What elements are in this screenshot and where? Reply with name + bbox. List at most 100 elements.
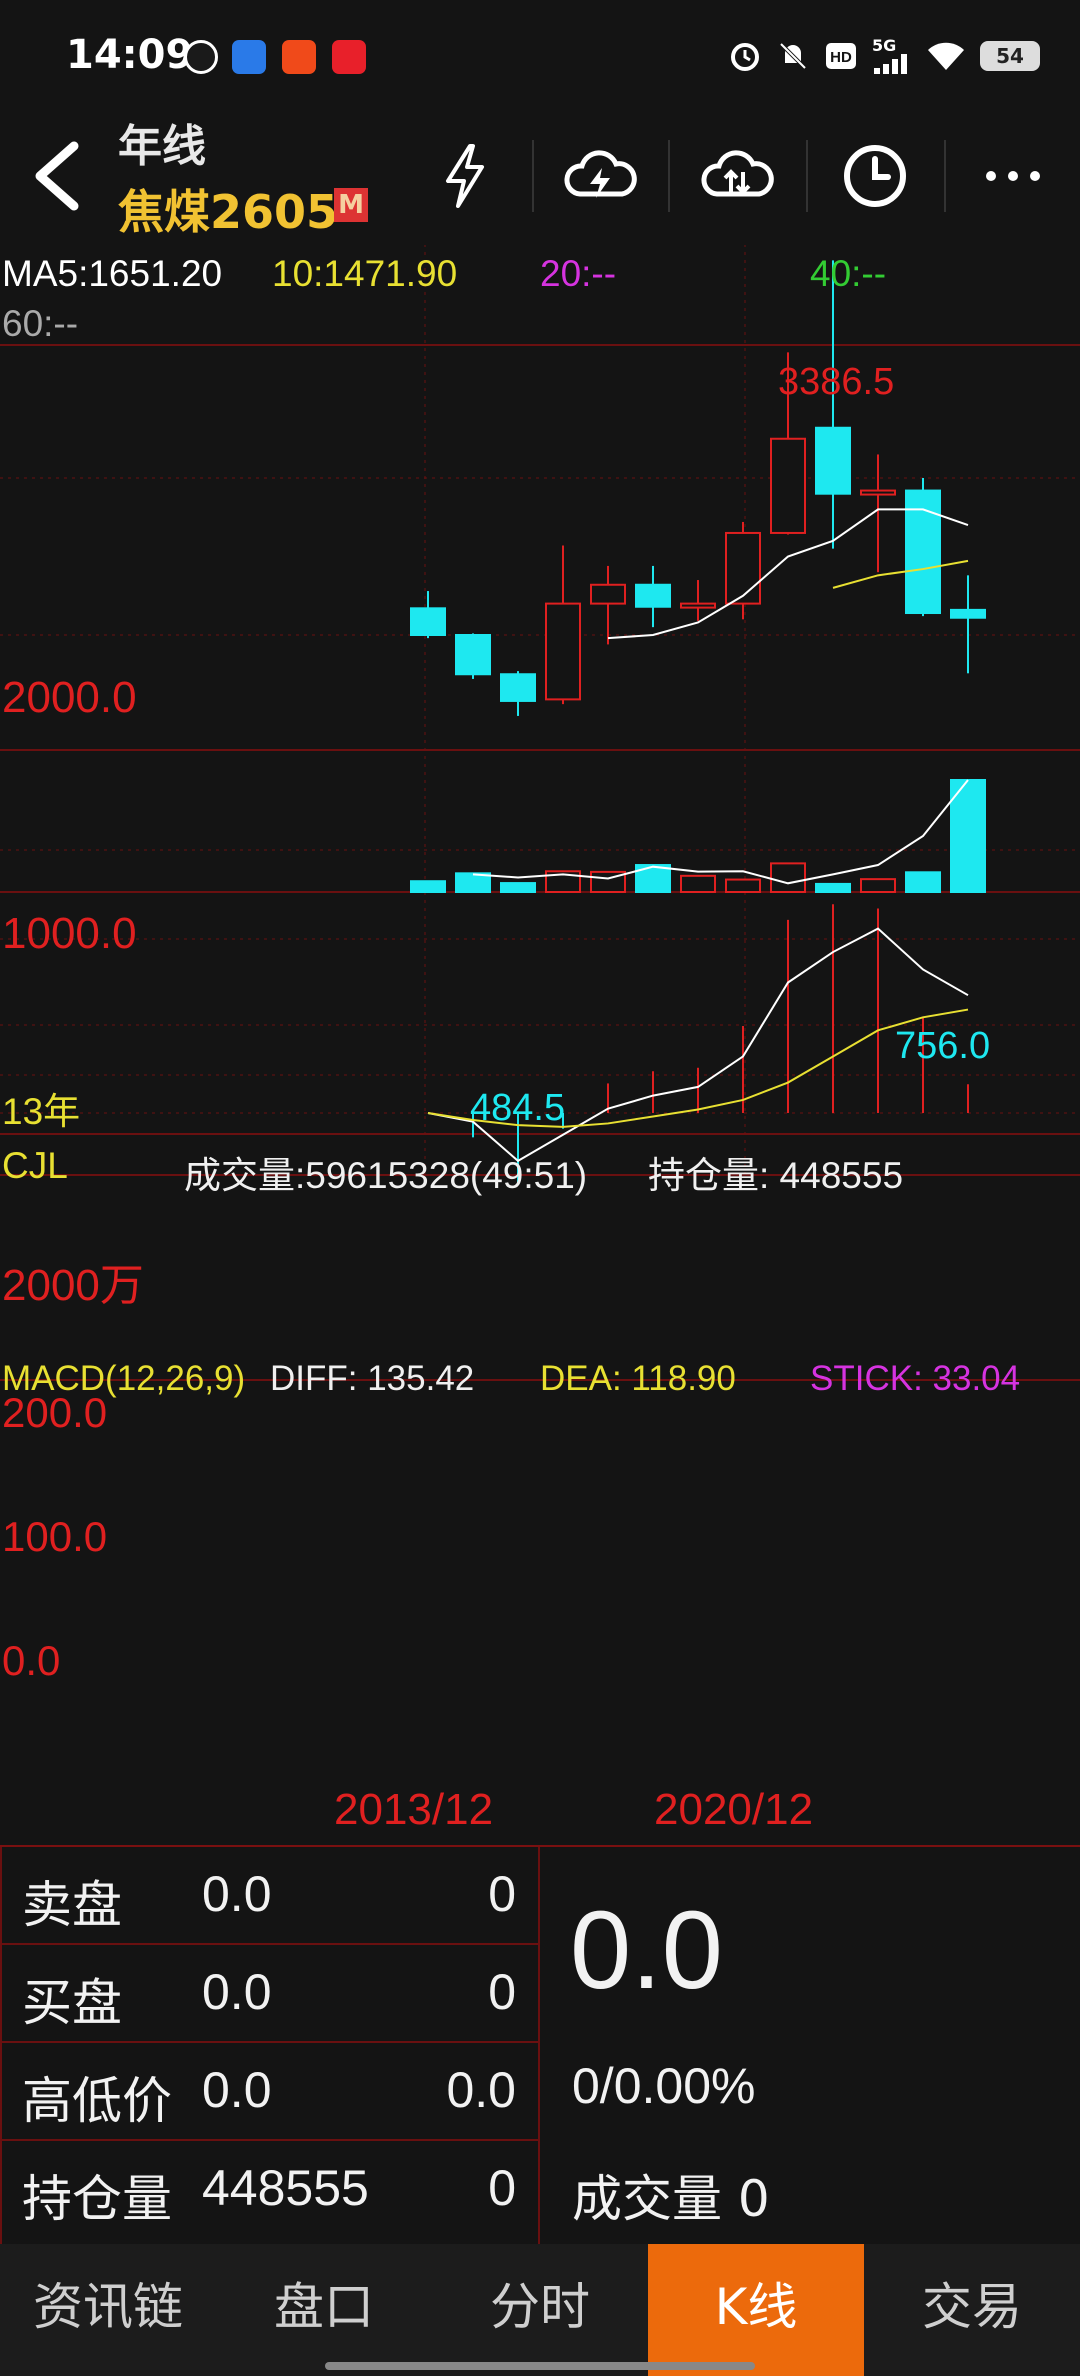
kline-chart[interactable]: MA5:1651.20 10:1471.90 20:-- 40:-- 60:--… <box>0 245 1080 1845</box>
app-notification-icon <box>282 40 316 74</box>
alarm-icon <box>731 43 759 71</box>
volume-text: 成交量:59615328(49:51) <box>184 1155 588 1196</box>
quote-row-open-interest: 持仓量 448555 0 <box>0 2141 538 2239</box>
tab-kline[interactable]: K线 <box>648 2244 864 2376</box>
header-separator <box>944 140 946 212</box>
quote-label: 买盘 <box>22 1974 122 2032</box>
x-axis-label: 2020/12 <box>654 1785 814 1834</box>
clock-button[interactable] <box>830 134 920 218</box>
quote-row-high-low: 高低价 0.0 0.0 <box>0 2043 538 2141</box>
market-badge: M <box>334 188 368 222</box>
ma5-legend: MA5:1651.20 <box>2 253 223 294</box>
quote-oi-change: 0 <box>488 2160 516 2216</box>
macd-axis-label: 200.0 <box>2 1389 108 1436</box>
cloud-sync-button[interactable] <box>692 134 782 218</box>
tab-trade[interactable]: 交易 <box>864 2244 1080 2376</box>
price-axis-label: 1000.0 <box>2 909 137 958</box>
header-separator <box>668 140 670 212</box>
back-arrow-icon <box>35 141 79 211</box>
more-button[interactable] <box>968 134 1058 218</box>
macd-dea: DEA: 118.90 <box>540 1359 736 1398</box>
signal-icon: 5G <box>872 38 912 74</box>
volume-bar <box>725 878 761 893</box>
candle-body <box>680 602 716 609</box>
header-separator <box>806 140 808 212</box>
battery-icon: 54 <box>980 41 1040 71</box>
quote-low: 0.0 <box>446 2062 516 2118</box>
volume-ma-line <box>472 779 969 885</box>
volume-bar <box>770 862 806 894</box>
tab-intraday[interactable]: 分时 <box>432 2244 648 2376</box>
tab-news-chain[interactable]: 资讯链 <box>0 2244 216 2376</box>
app-notification-icon <box>184 40 218 74</box>
candle-body <box>410 607 446 636</box>
last-low-label: 756.0 <box>895 1025 991 1067</box>
macd-axis-label: 100.0 <box>2 1513 108 1560</box>
status-time: 14:09 <box>66 32 194 78</box>
quote-divider <box>538 1847 540 2244</box>
last-price: 0.0 <box>570 1889 723 2012</box>
tab-order-book[interactable]: 盘口 <box>216 2244 432 2376</box>
macd-diff: DIFF: 135.42 <box>270 1359 475 1398</box>
more-icon <box>986 171 1040 181</box>
contract-name[interactable]: 焦煤2605 <box>118 176 338 242</box>
quote-high: 0.0 <box>202 2062 272 2118</box>
candle-body <box>860 489 896 496</box>
quote-row-ask: 卖盘 0.0 0 <box>0 1847 538 1945</box>
high-price-label: 3386.5 <box>778 361 895 403</box>
macd-stick: STICK: 33.04 <box>810 1359 1021 1398</box>
ma40-legend: 40:-- <box>810 253 887 294</box>
volume-axis-label: 2000万 <box>2 1261 144 1310</box>
quote-label: 高低价 <box>22 2072 172 2130</box>
candle-body <box>590 583 626 605</box>
home-indicator[interactable] <box>325 2362 755 2370</box>
quote-row-bid: 买盘 0.0 0 <box>0 1945 538 2043</box>
period-label: 年线 <box>118 121 206 172</box>
volume-bar <box>815 882 851 894</box>
clock-icon <box>844 145 906 207</box>
total-volume: 成交量 0 <box>572 2170 770 2228</box>
candle-body <box>770 437 806 534</box>
header-separator <box>532 140 534 212</box>
cloud-lightning-icon <box>564 150 637 198</box>
app-notification-icon <box>232 40 266 74</box>
candle-body <box>545 602 581 701</box>
volume-bar <box>860 878 896 894</box>
volume-bar <box>905 871 941 894</box>
candle-body <box>815 426 851 495</box>
candle-body <box>500 673 536 702</box>
lightning-button[interactable] <box>420 134 510 218</box>
cloud-lightning-button[interactable] <box>555 134 645 218</box>
quote-label: 卖盘 <box>22 1876 122 1934</box>
price-change: 0/0.00% <box>572 2058 756 2114</box>
candle-body <box>725 531 761 605</box>
quote-panel: 卖盘 0.0 0 买盘 0.0 0 高低价 0.0 0.0 持仓量 448555… <box>0 1845 1080 2244</box>
volume-bar <box>680 874 716 893</box>
volume-bar <box>410 880 446 894</box>
quote-oi: 448555 <box>202 2160 369 2216</box>
candle-body <box>455 634 491 676</box>
quote-volume: 0 <box>488 1964 516 2020</box>
period-tag: 13年 <box>2 1091 81 1132</box>
lightning-icon <box>446 144 484 208</box>
candle-body <box>950 608 986 619</box>
network-type: 5G <box>872 36 897 55</box>
candle-body <box>635 583 671 608</box>
svg-text:HD: HD <box>830 49 852 66</box>
volume-bar <box>500 882 536 893</box>
x-axis-label: 2013/12 <box>334 1785 494 1834</box>
ma10-legend: 10:1471.90 <box>272 253 458 294</box>
bottom-tab-bar: 资讯链 盘口 分时 K线 交易 <box>0 2244 1080 2376</box>
status-bar: 14:09 HD 5G 54 <box>0 0 1080 110</box>
open-interest-text: 持仓量: 448555 <box>648 1155 904 1196</box>
quote-label: 持仓量 <box>22 2170 172 2228</box>
quote-volume: 0 <box>488 1866 516 1922</box>
macd-axis-label: 0.0 <box>2 1637 61 1684</box>
ma10-line <box>832 559 969 589</box>
low-price-label: 484.5 <box>470 1087 566 1129</box>
quote-price: 0.0 <box>202 1964 272 2020</box>
back-button[interactable] <box>26 136 96 216</box>
quote-price: 0.0 <box>202 1866 272 1922</box>
mute-icon <box>779 42 807 70</box>
ma60-legend: 60:-- <box>2 303 79 344</box>
